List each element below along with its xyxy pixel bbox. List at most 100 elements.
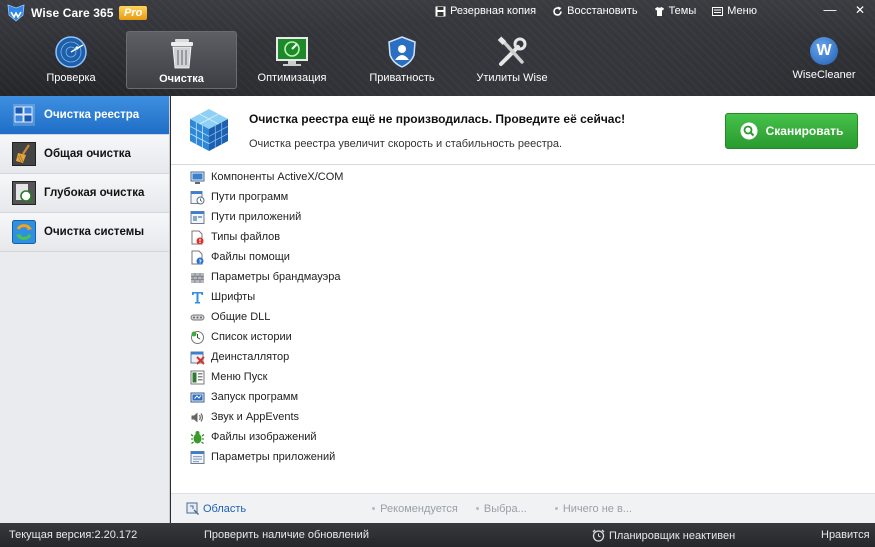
select-all-option[interactable]: Выбра... — [475, 502, 527, 515]
tab-check[interactable]: Проверка — [16, 31, 126, 89]
tab-cleanup-label: Очистка — [159, 73, 204, 85]
tshirt-icon — [654, 6, 664, 16]
alarm-clock-icon — [592, 529, 605, 542]
version-text: Текущая версия:2.20.172 — [9, 529, 138, 541]
tab-wise-utilities[interactable]: Утилиты Wise — [457, 31, 567, 89]
select-all-label: Выбра... — [483, 502, 527, 515]
banner-subtitle: Очистка реестра увеличит скорость и стаб… — [249, 138, 563, 150]
list-item[interactable]: Пути приложений — [171, 207, 875, 227]
like-link[interactable]: Нравится — [821, 529, 870, 541]
tab-privacy[interactable]: Приватность — [347, 31, 457, 89]
select-none-label: Ничего не в... — [562, 502, 632, 515]
help-file-icon: ? — [191, 250, 204, 265]
list-item[interactable]: Меню Пуск — [171, 367, 875, 387]
close-button[interactable]: ✕ — [845, 0, 875, 22]
sidebar-item-label: Общая очистка — [44, 148, 131, 160]
list-item[interactable]: Параметры приложений — [171, 447, 875, 467]
sidebar-item-label: Очистка реестра — [44, 109, 140, 121]
registry-cubes-icon — [13, 104, 35, 126]
list-item[interactable]: Общие DLL — [171, 307, 875, 327]
radar-icon — [55, 36, 87, 68]
program-path-icon — [190, 190, 205, 204]
registry-items-list: Компоненты ActiveX/COM Пути программ Пут… — [171, 166, 875, 493]
startup-icon — [190, 392, 205, 402]
backup-menu-item[interactable]: Резервная копия — [435, 5, 536, 17]
sidebar-item-registry-clean[interactable]: Очистка реестра — [0, 96, 169, 135]
file-type-icon — [191, 230, 204, 244]
area-icon — [186, 502, 199, 515]
deep-clean-icon — [12, 181, 36, 205]
wisecleaner-logo-icon: W — [810, 37, 838, 65]
scheduler-label: Планировщик неактивен — [609, 530, 736, 542]
list-item[interactable]: ? Файлы помощи — [171, 247, 875, 267]
list-item[interactable]: Параметры брандмауэра — [171, 267, 875, 287]
image-file-icon — [190, 430, 205, 444]
tab-optimize[interactable]: Оптимизация — [237, 31, 347, 89]
list-item-label: Запуск программ — [211, 391, 299, 403]
tab-wise-utilities-label: Утилиты Wise — [476, 72, 548, 84]
list-item[interactable]: Типы файлов — [171, 227, 875, 247]
scan-button[interactable]: Сканировать — [725, 113, 858, 149]
tab-optimize-label: Оптимизация — [257, 72, 327, 84]
list-item-label: Звук и AppEvents — [211, 411, 300, 423]
list-item-label: Шрифты — [211, 291, 256, 303]
top-menu: Резервная копия Восстановить Темы Меню — [435, 5, 757, 17]
svg-text:?: ? — [199, 259, 202, 265]
dll-icon — [190, 314, 205, 320]
broom-icon — [12, 142, 36, 166]
select-none-option[interactable]: Ничего не в... — [554, 502, 632, 515]
list-item-label: Параметры приложений — [211, 451, 336, 463]
recommended-label: Рекомендуется — [380, 502, 458, 515]
sidebar-item-common-clean[interactable]: Общая очистка — [0, 135, 169, 174]
tools-icon — [497, 36, 527, 66]
list-item-label: Список истории — [211, 331, 292, 343]
themes-menu-item[interactable]: Темы — [654, 5, 696, 17]
list-item-label: Меню Пуск — [211, 371, 268, 383]
minimize-button[interactable]: — — [815, 0, 845, 22]
selection-bar: Область Рекомендуется Выбра... Ничего не… — [171, 493, 875, 523]
scan-button-label: Сканировать — [765, 124, 844, 138]
restore-menu-item[interactable]: Восстановить — [552, 5, 638, 17]
list-item[interactable]: Список истории — [171, 327, 875, 347]
list-item-label: Типы файлов — [211, 231, 281, 243]
sidebar-item-label: Глубокая очистка — [44, 187, 145, 199]
list-item[interactable]: Пути программ — [171, 187, 875, 207]
list-item[interactable]: Звук и AppEvents — [171, 407, 875, 427]
monitor-gauge-icon — [276, 37, 308, 66]
main-nav-tabs: Проверка Очистка Оптимизация Приватность… — [16, 31, 567, 89]
firewall-icon — [191, 272, 204, 283]
scheduler-status[interactable]: Планировщик неактивен — [592, 529, 735, 542]
list-item[interactable]: Деинсталлятор — [171, 347, 875, 367]
tab-cleanup[interactable]: Очистка — [126, 31, 237, 89]
registry-cube-icon — [189, 109, 229, 151]
list-item-label: Параметры брандмауэра — [211, 271, 341, 283]
wisecleaner-link[interactable]: W WiseCleaner — [791, 37, 857, 81]
area-label: Область — [203, 502, 247, 515]
recommended-option[interactable]: Рекомендуется — [372, 503, 458, 515]
check-updates-link[interactable]: Проверить наличие обновлений — [204, 529, 369, 541]
sidebar-item-label: Очистка системы — [44, 226, 145, 238]
save-icon — [435, 6, 446, 16]
sidebar-item-deep-clean[interactable]: Глубокая очистка — [0, 174, 169, 213]
restore-label: Восстановить — [567, 5, 638, 17]
sidebar-item-system-clean[interactable]: Очистка системы — [0, 213, 169, 252]
sound-icon — [191, 412, 203, 422]
font-icon — [192, 291, 203, 303]
banner-title: Очистка реестра ещё не производилась. Пр… — [249, 112, 626, 126]
list-item[interactable]: Компоненты ActiveX/COM — [171, 167, 875, 187]
list-item-label: Пути программ — [211, 191, 289, 203]
list-item[interactable]: Запуск программ — [171, 387, 875, 407]
sidebar: Очистка реестра Общая очистка Глубокая о… — [0, 96, 170, 523]
title-bar: Wise Care 365 Pro Резервная копия Восста… — [0, 0, 875, 96]
activex-icon — [190, 171, 205, 184]
trash-icon — [170, 39, 193, 69]
tab-privacy-label: Приватность — [369, 72, 435, 84]
list-item[interactable]: Шрифты — [171, 287, 875, 307]
status-bar: Текущая версия:2.20.172 Проверить наличи… — [0, 523, 875, 547]
list-item[interactable]: Файлы изображений — [171, 427, 875, 447]
app-settings-icon — [190, 450, 205, 464]
start-menu-icon — [190, 370, 205, 384]
bullet-icon — [475, 507, 479, 510]
main-menu-item[interactable]: Меню — [712, 5, 757, 17]
area-link[interactable]: Область — [186, 502, 246, 516]
